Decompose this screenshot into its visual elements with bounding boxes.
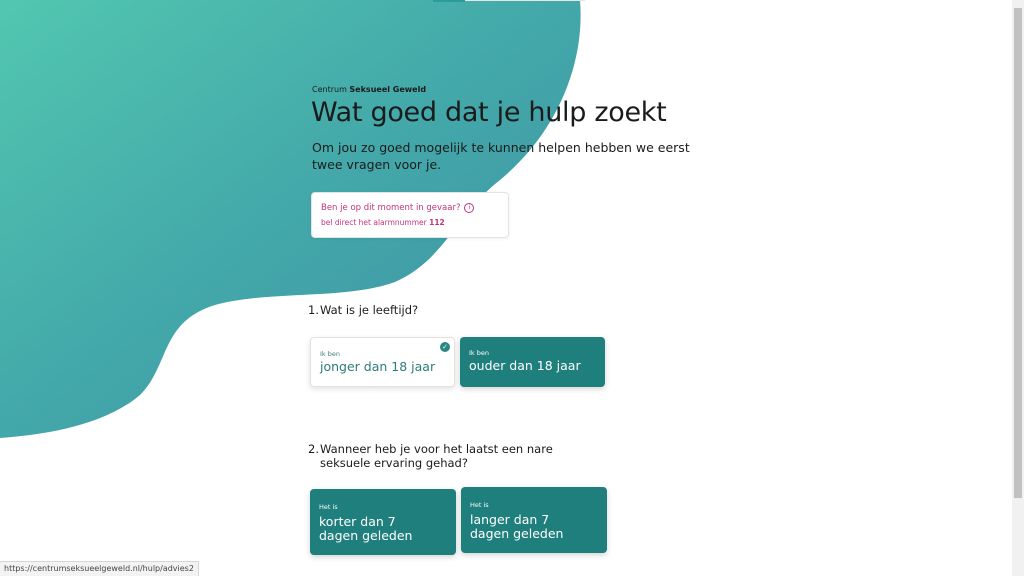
option-prefix: Het is	[470, 501, 489, 509]
question-text: Wat is je leeftijd?	[320, 303, 419, 317]
browser-status-bar: https://centrumseksueelgeweld.nl/hulp/ad…	[0, 561, 199, 576]
question-age: 1.Wat is je leeftijd?	[308, 303, 418, 317]
brand-name: Seksueel Geweld	[349, 85, 427, 94]
option-shorter-than-7-days[interactable]: Het is korter dan 7 dagen geleden	[310, 489, 456, 555]
option-longer-than-7-days[interactable]: Het is langer dan 7 dagen geleden	[461, 487, 607, 553]
vertical-scrollbar[interactable]	[1012, 0, 1024, 576]
option-label: korter dan 7 dagen geleden	[319, 514, 413, 543]
emergency-instruction: bel direct het alarmnummer 112	[321, 218, 445, 227]
brand-prefix: Centrum	[312, 85, 347, 94]
question-text: Wanneer heb je voor het laatst een nare …	[320, 442, 553, 470]
info-icon[interactable]: i	[464, 203, 475, 213]
page-intro: Om jou zo goed mogelijk te kunnen helpen…	[312, 140, 690, 172]
option-label: langer dan 7 dagen geleden	[470, 512, 564, 541]
emergency-notice: Ben je op dit moment in gevaar? i bel di…	[311, 192, 509, 238]
question-last-experience: 2.Wanneer heb je voor het laatst een nar…	[308, 442, 568, 470]
emergency-question-text: Ben je op dit moment in gevaar?	[321, 203, 461, 213]
option-older-than-18[interactable]: Ik ben ouder dan 18 jaar	[460, 337, 605, 387]
checkmark-icon: ✓	[440, 342, 450, 352]
option-prefix: Ik ben	[469, 349, 489, 357]
emergency-question: Ben je op dit moment in gevaar? i	[321, 203, 475, 213]
option-prefix: Het is	[319, 503, 338, 511]
main-content: Centrum Seksueel Geweld Wat goed dat je …	[0, 0, 1012, 576]
option-label: jonger dan 18 jaar	[320, 359, 436, 374]
option-younger-than-18[interactable]: Ik ben jonger dan 18 jaar ✓	[310, 337, 455, 387]
scrollbar-thumb[interactable]	[1014, 8, 1022, 498]
page-title: Wat goed dat je hulp zoekt	[311, 97, 667, 128]
option-label: ouder dan 18 jaar	[469, 358, 581, 373]
question-number: 1.	[308, 303, 319, 317]
emergency-instruction-text: bel direct het alarmnummer	[321, 218, 427, 227]
option-prefix: Ik ben	[320, 350, 340, 358]
alarm-number[interactable]: 112	[429, 218, 445, 227]
brand-logo[interactable]: Centrum Seksueel Geweld	[312, 85, 426, 94]
question-number: 2.	[308, 442, 319, 456]
